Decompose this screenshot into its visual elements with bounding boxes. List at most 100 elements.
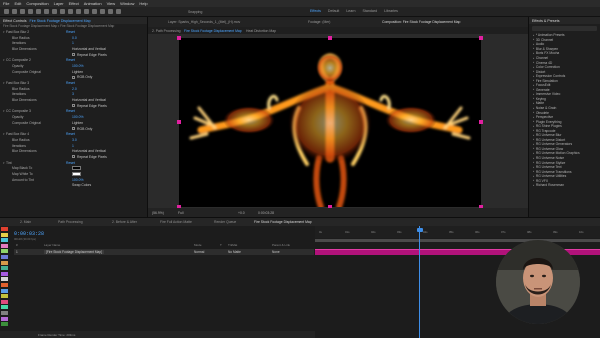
timeline-tab[interactable]: 2. Main — [20, 220, 31, 224]
property-value[interactable]: 3 — [72, 92, 74, 96]
menu-item-file[interactable]: File — [3, 1, 9, 6]
property-value[interactable]: RGB Only — [77, 127, 92, 131]
reset-link[interactable]: Reset — [66, 132, 75, 136]
time-ruler[interactable]: 0s 01s 02s 03s 04s 05s 06s 07s 08s 09s 10s — [315, 226, 600, 238]
brush-tool-icon[interactable] — [84, 9, 89, 14]
viewer-tab[interactable]: Layer: Sparks_High_Seconds_1_(Mel)_(H).m… — [168, 20, 240, 24]
effect-controls-tab[interactable]: Effect Controls Fire Stock Footage Displ… — [0, 17, 147, 24]
effect-category[interactable]: ▸ Richard Rosenman — [529, 183, 600, 188]
layer-parent-dropdown[interactable]: None — [272, 250, 280, 254]
label-color-chip[interactable] — [1, 282, 8, 287]
reset-link[interactable]: Reset — [66, 109, 75, 113]
menu-item-view[interactable]: View — [107, 1, 116, 6]
color-swatch[interactable] — [72, 166, 81, 171]
label-color-chip[interactable] — [1, 260, 8, 265]
checkbox[interactable] — [72, 104, 75, 108]
clone-tool-icon[interactable] — [92, 9, 97, 14]
zoom-tool-icon[interactable] — [28, 9, 33, 14]
magnification-dropdown[interactable]: (56.9%) — [152, 211, 164, 215]
transform-handle[interactable] — [328, 36, 332, 40]
transform-handle[interactable] — [177, 120, 181, 124]
hand-tool-icon[interactable] — [20, 9, 25, 14]
property-value[interactable]: RGB Only — [77, 75, 92, 79]
label-color-chip[interactable] — [1, 288, 8, 293]
transform-handle[interactable] — [479, 120, 483, 124]
property-value[interactable]: 1 — [72, 144, 74, 148]
checkbox[interactable] — [72, 155, 75, 159]
mask-tool-icon[interactable] — [60, 9, 65, 14]
timeline-tab[interactable]: Fire Full Action Matte — [160, 220, 192, 224]
layer-name[interactable]: [Fire Stock Footage Displacement Map] — [44, 250, 104, 255]
label-color-chip[interactable] — [1, 299, 8, 304]
checkbox[interactable] — [72, 127, 75, 131]
layer-row[interactable]: 1 [Fire Stock Footage Displacement Map] … — [14, 249, 314, 255]
timeline-tab[interactable]: Fire Stock Footage Displacement Map — [254, 220, 312, 224]
viewer-tab[interactable]: Footage: (Mer) — [308, 20, 330, 24]
property-value[interactable]: Horizontal and Vertical — [72, 149, 106, 153]
menu-item-effect[interactable]: Effect — [69, 1, 79, 6]
reset-link[interactable]: Reset — [66, 30, 75, 34]
workspace-active[interactable]: Effects — [310, 9, 321, 13]
timeline-tab[interactable]: Path Processing — [58, 220, 83, 224]
layer-trkmat-dropdown[interactable]: No Matte — [228, 250, 241, 254]
label-color-chip[interactable] — [1, 310, 8, 315]
property-value[interactable]: 1 — [72, 41, 74, 45]
reset-link[interactable]: Reset — [66, 58, 75, 62]
playhead-handle[interactable] — [416, 228, 423, 232]
workspace-standard[interactable]: Standard — [363, 9, 378, 13]
property-value[interactable]: Horizontal and Vertical — [72, 98, 106, 102]
viewer-timecode[interactable]: 0:00:03:28 — [258, 211, 274, 215]
property-value[interactable]: Swap Colors — [72, 183, 91, 187]
menu-item-edit[interactable]: Edit — [14, 1, 21, 6]
property-value[interactable]: 100.0% — [72, 64, 84, 68]
viewer-tab[interactable]: Composition: Fire Stock Footage Displace… — [382, 20, 460, 24]
property-value[interactable]: Repeat Edge Pixels — [77, 155, 107, 159]
selection-tool-icon[interactable] — [12, 9, 17, 14]
label-color-chip[interactable] — [1, 254, 8, 259]
menu-item-animation[interactable]: Animation — [84, 1, 102, 6]
menu-item-layer[interactable]: Layer — [54, 1, 64, 6]
label-color-chip[interactable] — [1, 316, 8, 321]
current-time-indicator[interactable] — [419, 226, 420, 338]
work-area-bar[interactable] — [315, 239, 600, 242]
label-color-chip[interactable] — [1, 271, 8, 276]
roto-brush-tool-icon[interactable] — [108, 9, 113, 14]
label-color-chip[interactable] — [1, 305, 8, 310]
transform-handle[interactable] — [177, 36, 181, 40]
property-value[interactable]: Lighten — [72, 121, 83, 125]
label-color-chip[interactable] — [1, 238, 8, 243]
home-icon[interactable] — [4, 9, 9, 14]
label-color-chip[interactable] — [1, 322, 8, 327]
snapping-toggle[interactable]: Snapping — [188, 10, 202, 14]
menu-item-composition[interactable]: Composition — [26, 1, 48, 6]
eraser-tool-icon[interactable] — [100, 9, 105, 14]
property-value[interactable]: 100.0% — [72, 178, 84, 182]
viewer-subtab[interactable]: Fire Stock Footage Displacement Map — [184, 29, 242, 33]
workspace-libraries[interactable]: Libraries — [384, 9, 398, 13]
rotate-tool-icon[interactable] — [36, 9, 41, 14]
effects-presets-tab[interactable]: Effects & Presets — [529, 17, 600, 24]
menu-item-window[interactable]: Window — [120, 1, 134, 6]
property-value[interactable]: 0.0 — [72, 36, 77, 40]
color-swatch[interactable] — [72, 172, 81, 177]
effects-search-input[interactable] — [532, 26, 597, 31]
label-color-chip[interactable] — [1, 232, 8, 237]
label-color-chip[interactable] — [1, 294, 8, 299]
resolution-dropdown[interactable]: Full — [178, 211, 183, 215]
viewer-subtab[interactable]: Heat Distortion Map — [246, 29, 276, 33]
timeline-tab[interactable]: 2. Before & After — [112, 220, 137, 224]
property-value[interactable]: Horizontal and Vertical — [72, 47, 106, 51]
workspace-learn[interactable]: Learn — [346, 9, 355, 13]
label-color-chip[interactable] — [1, 243, 8, 248]
property-value[interactable]: 3.0 — [72, 138, 77, 142]
label-color-chip[interactable] — [1, 266, 8, 271]
reset-link[interactable]: Reset — [66, 81, 75, 85]
transform-handle[interactable] — [479, 36, 483, 40]
checkbox[interactable] — [72, 75, 75, 79]
menu-item-help[interactable]: Help — [139, 1, 147, 6]
layer-mode-dropdown[interactable]: Normal — [194, 250, 204, 254]
pan-behind-tool-icon[interactable] — [52, 9, 57, 14]
timeline-tab[interactable]: Render Queue — [214, 220, 236, 224]
viewer-subtab[interactable]: 2. Path Processing — [152, 29, 180, 33]
effect-property-row[interactable]: Swap Colors — [0, 183, 147, 189]
